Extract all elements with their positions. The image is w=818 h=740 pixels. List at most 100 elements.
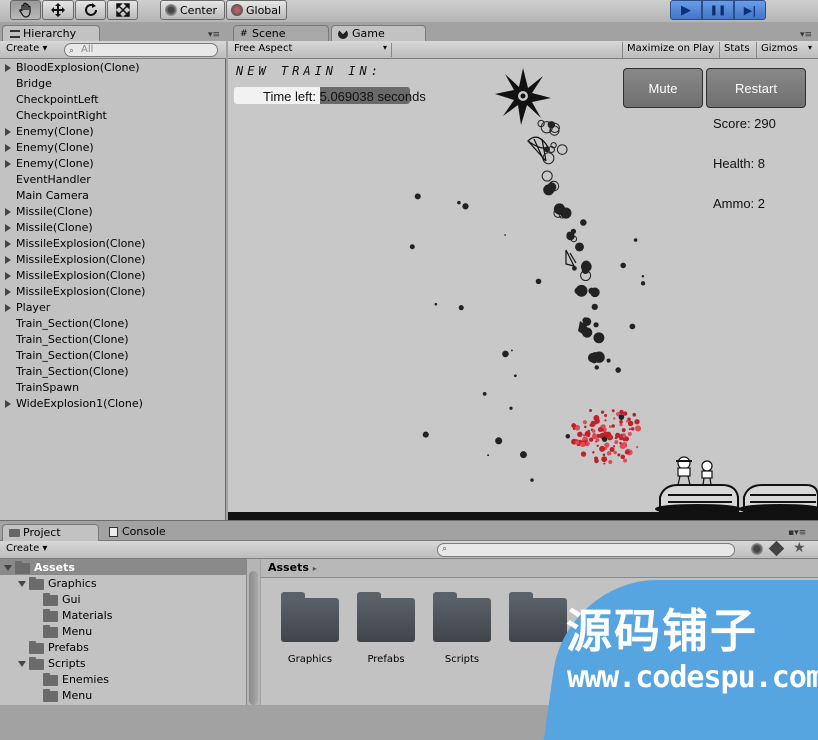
hierarchy-item[interactable]: MissileExplosion(Clone) [16,236,145,252]
folder-icon [43,593,58,606]
asset-folder-label[interactable]: Graphics [275,654,345,665]
folder-icon[interactable] [357,592,415,642]
aspect-dropdown[interactable]: Free Aspect ▾ [234,43,392,57]
hierarchy-item[interactable]: BloodExplosion(Clone) [16,60,140,76]
expand-arrow-icon[interactable] [5,240,11,248]
project-tree-item[interactable]: Graphics [48,576,97,592]
hierarchy-item[interactable]: Missile(Clone) [16,204,93,220]
project-create-button[interactable]: Create ▾ [6,543,47,554]
scale-tool-button[interactable] [107,0,138,20]
hierarchy-item[interactable]: CheckpointLeft [16,92,99,108]
space-global-toggle[interactable]: Global [226,0,287,20]
time-left-text: Time left: 5.069038 seconds [263,89,426,104]
hierarchy-item[interactable]: Missile(Clone) [16,220,93,236]
expand-arrow-icon[interactable] [5,128,11,136]
hand-tool-button[interactable] [10,0,41,20]
hierarchy-item[interactable]: Bridge [16,76,52,92]
folder-icon [29,577,44,590]
collapse-arrow-icon[interactable] [4,565,12,571]
hierarchy-create-button[interactable]: Create ▾ [6,43,47,54]
expand-arrow-icon[interactable] [5,272,11,280]
move-tool-button[interactable] [42,0,74,20]
hierarchy-item[interactable]: Player [16,300,50,316]
project-tree-item[interactable]: Materials [62,608,112,624]
expand-arrow-icon[interactable] [5,208,11,216]
collapse-arrow-icon[interactable] [18,581,26,587]
restart-button[interactable]: Restart [706,68,806,108]
hierarchy-item[interactable]: Enemy(Clone) [16,156,94,172]
breadcrumb[interactable]: Assets ▸ [268,561,317,574]
project-tree-item[interactable]: Assets [34,560,75,576]
expand-arrow-icon[interactable] [5,256,11,264]
step-icon: ▶| [743,3,757,17]
tab-game[interactable]: Game [331,25,426,42]
tab-console[interactable]: Console [100,524,196,541]
rotate-tool-button[interactable] [75,0,106,20]
project-search-input[interactable]: ⌕ [437,543,735,557]
expand-arrow-icon[interactable] [5,224,11,232]
hierarchy-item[interactable]: CheckpointRight [16,108,107,124]
ammo-readout: Ammo: 2 [713,196,766,211]
game-menu-icon[interactable]: ▾≡ [800,30,812,40]
hierarchy-item[interactable]: Train_Section(Clone) [16,348,129,364]
tab-scene[interactable]: # Scene [233,25,329,42]
scale-tool-icon [115,3,130,17]
maximize-on-play-toggle[interactable]: Maximize on Play [622,42,718,58]
folder-icon [43,673,58,686]
chevron-down-icon: ▾ [382,43,387,52]
hierarchy-item[interactable]: TrainSpawn [16,380,79,396]
breadcrumb-assets[interactable]: Assets [268,561,309,574]
hierarchy-item[interactable]: MissileExplosion(Clone) [16,252,145,268]
hierarchy-item[interactable]: Train_Section(Clone) [16,316,129,332]
hierarchy-item[interactable]: EventHandler [16,172,91,188]
hierarchy-item[interactable]: Train_Section(Clone) [16,364,129,380]
hierarchy-item[interactable]: WideExplosion1(Clone) [16,396,143,412]
game-viewport[interactable]: NEW TRAIN IN: Time left: 5.069038 second… [228,59,818,520]
project-tree-item[interactable]: Menu [62,688,92,704]
expand-arrow-icon[interactable] [5,160,11,168]
pivot-label: Center [180,3,218,17]
assets-breadcrumb-bar [261,559,818,578]
list-icon [10,30,20,38]
pause-button[interactable]: ❚❚ [702,0,734,20]
panel-menu-icon[interactable]: ▾≡ [208,30,220,40]
hierarchy-item[interactable]: MissileExplosion(Clone) [16,284,145,300]
stats-toggle[interactable]: Stats [719,42,754,58]
hierarchy-search-input[interactable]: ⌕ All [64,43,218,57]
step-button[interactable]: ▶| [734,0,766,20]
pivot-center-toggle[interactable]: Center [160,0,225,20]
folder-icon[interactable] [509,592,567,642]
filter-by-type-icon[interactable] [751,543,763,555]
hierarchy-item[interactable]: Main Camera [16,188,89,204]
folder-icon[interactable] [433,592,491,642]
scrollbar-thumb[interactable] [249,571,258,705]
project-tree-item[interactable]: Gui [62,592,81,608]
folder-icon [43,609,58,622]
collapse-arrow-icon[interactable] [18,661,26,667]
project-tree-item[interactable]: Enemies [62,672,109,688]
project-tree-item[interactable]: Prefabs [48,640,89,656]
gizmos-dropdown[interactable]: Gizmos ▾ [756,42,818,58]
hierarchy-item[interactable]: Enemy(Clone) [16,140,94,156]
expand-arrow-icon[interactable] [5,144,11,152]
asset-folder-label[interactable]: Scripts [427,654,497,665]
mute-button[interactable]: Mute [623,68,703,108]
expand-arrow-icon[interactable] [5,400,11,408]
hierarchy-item[interactable]: MissileExplosion(Clone) [16,268,145,284]
tab-hierarchy[interactable]: Hierarchy [2,25,100,42]
expand-arrow-icon[interactable] [5,64,11,72]
hierarchy-item[interactable]: Enemy(Clone) [16,124,94,140]
tree-scrollbar[interactable] [246,559,260,705]
favorites-star-icon[interactable]: ★ [793,540,806,556]
project-tree-item[interactable]: Menu [62,624,92,640]
play-button[interactable]: ▶ [670,0,702,20]
expand-arrow-icon[interactable] [5,288,11,296]
project-tree-item[interactable]: Scripts [48,656,86,672]
expand-arrow-icon[interactable] [5,304,11,312]
asset-folder-label[interactable]: Prefabs [351,654,421,665]
folder-icon [43,625,58,638]
lock-icon[interactable]: ▪▾≡ [788,528,806,538]
folder-icon[interactable] [281,592,339,642]
hierarchy-item[interactable]: Train_Section(Clone) [16,332,129,348]
tab-project[interactable]: Project [2,524,99,541]
